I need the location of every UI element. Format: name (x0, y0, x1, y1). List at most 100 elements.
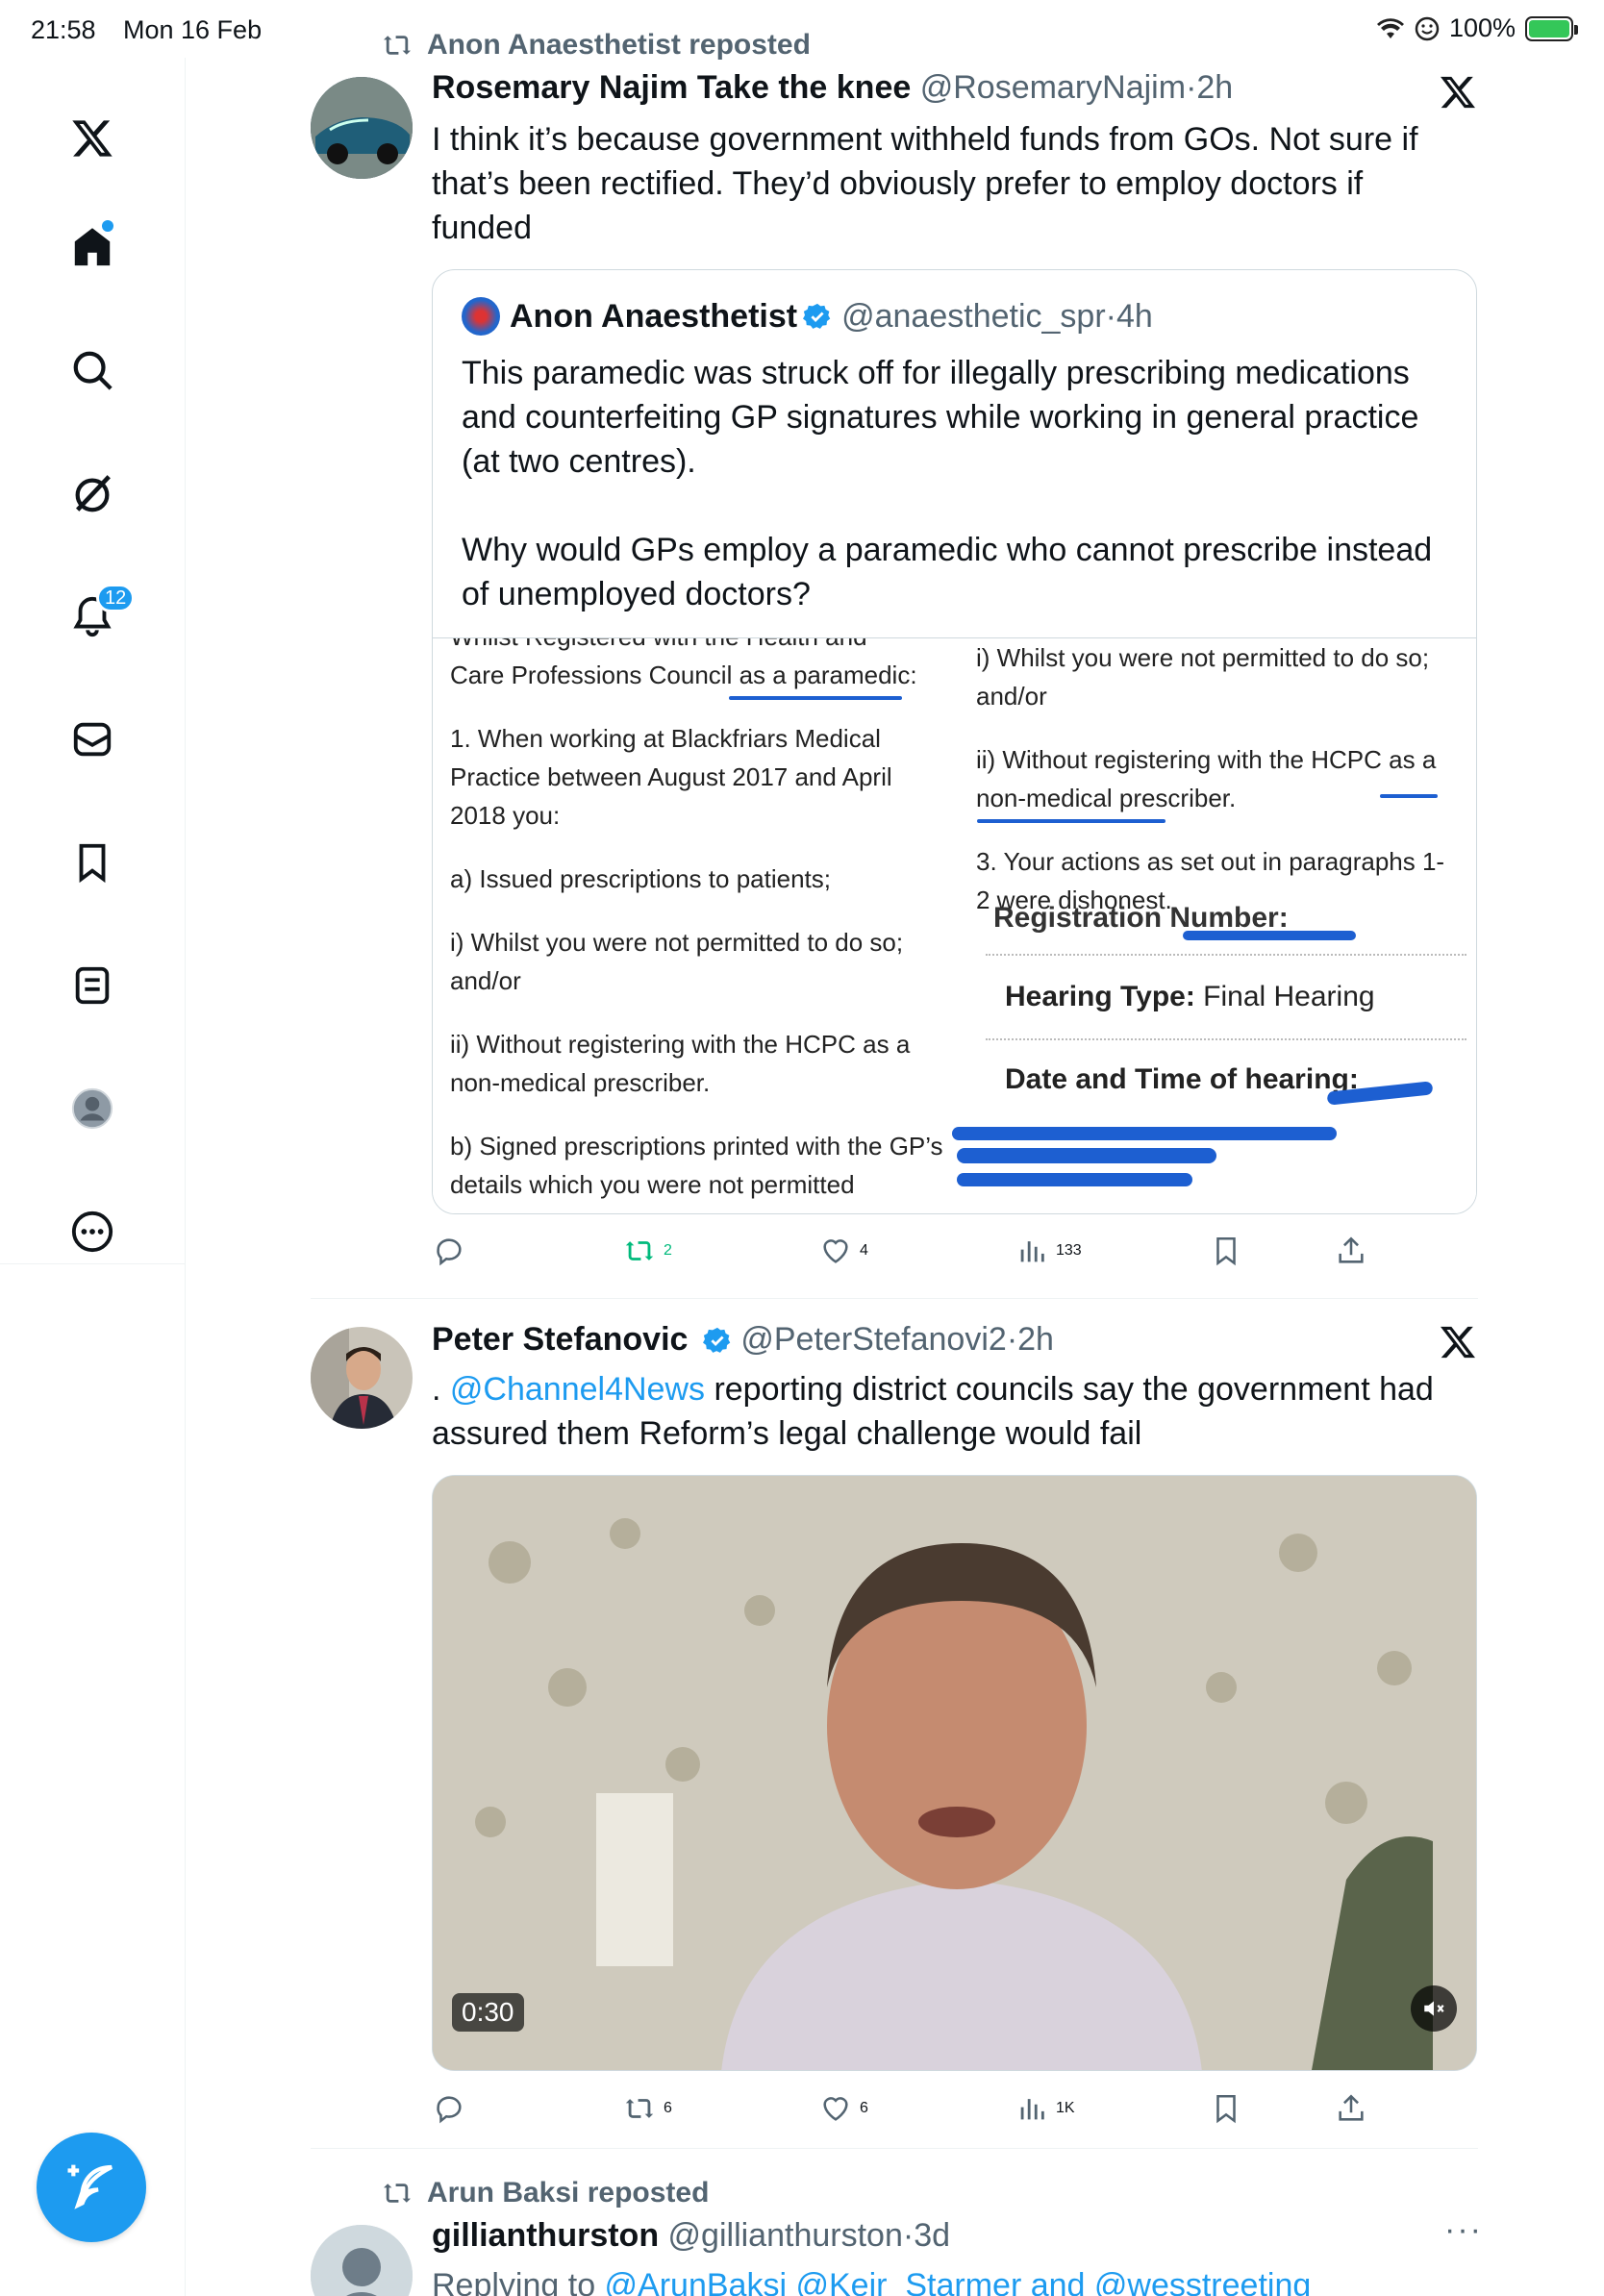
verified-badge-icon (702, 1327, 731, 1353)
doc-label: Hearing Type: (1005, 981, 1195, 1012)
x-dismiss-icon[interactable] (1439, 1323, 1477, 1361)
tweet-time[interactable]: 2h (1017, 1321, 1054, 1358)
more-icon[interactable] (62, 1201, 123, 1262)
doc-text: Care Professions Council as a paramedic: (450, 661, 917, 689)
x-logo-icon[interactable] (62, 108, 123, 169)
tweet-header: Peter Stefanovic @PeterStefanovi2·2h (432, 1321, 1054, 1359)
author-name[interactable]: Rosemary Najim Take the knee (432, 69, 911, 106)
doc-text: b) Signed prescriptions printed with the… (450, 1132, 943, 1199)
doc-left-column: Whilst Registered with the Health and Ca… (450, 638, 950, 1213)
mute-button[interactable] (1411, 1985, 1457, 2032)
repost-icon (384, 36, 411, 55)
like-button[interactable]: 6 (819, 2092, 868, 2125)
tweet-time[interactable]: 2h (1196, 69, 1233, 106)
video-player[interactable]: 0:30 (432, 1475, 1477, 2071)
tweet-text: . @Channel4News reporting district counc… (432, 1367, 1470, 1456)
redaction-scribble (957, 1173, 1192, 1186)
quote-author-handle: @anaesthetic_spr (841, 297, 1106, 335)
author-handle[interactable]: @PeterStefanovi2 (740, 1321, 1006, 1358)
doc-text: a) Issued prescriptions to patients; (450, 864, 831, 893)
author-handle[interactable]: @RosemaryNajim (920, 69, 1186, 106)
grok-icon[interactable] (62, 462, 123, 524)
verified-badge-icon (803, 303, 831, 329)
like-button[interactable]: 4 (819, 1235, 868, 1267)
share-button[interactable] (1335, 2092, 1367, 2125)
x-dismiss-icon[interactable] (1439, 73, 1477, 112)
share-icon (1339, 2094, 1364, 2121)
tweet-time[interactable]: 3d (914, 2217, 950, 2254)
tweet-header: gillianthurston @gillianthurston·3d (432, 2217, 950, 2255)
quote-author-name: Anon Anaesthetist (510, 297, 798, 335)
share-button[interactable] (1335, 1235, 1367, 1267)
views-chart-icon (1020, 1241, 1044, 1262)
author-handle[interactable]: @gillianthurston (668, 2217, 903, 2254)
repost-icon (384, 2184, 411, 2203)
annotation-underline (1380, 794, 1438, 798)
status-date: Mon 16 Feb (123, 15, 263, 44)
hearing-type: Hearing Type: Final Hearing (1005, 981, 1375, 1013)
separator: · (1105, 297, 1116, 335)
bookmarks-icon[interactable] (62, 832, 123, 893)
video-duration: 0:30 (452, 1993, 524, 2032)
doc-text: ii) Without registering with the HCPC as… (450, 1030, 911, 1097)
avatar[interactable] (311, 1327, 413, 1429)
doc-value: Final Hearing (1203, 981, 1375, 1012)
avatar[interactable] (311, 77, 413, 179)
profile-icon[interactable] (62, 1078, 123, 1139)
reply-button[interactable] (433, 2092, 465, 2125)
quote-header: Anon Anaesthetist @anaesthetic_spr · 4h (462, 297, 1153, 336)
tweet-divider (311, 1298, 1478, 1299)
sidebar: 12 (0, 58, 186, 2296)
compose-button[interactable] (37, 2133, 146, 2242)
doc-text: i) Whilst you were not permitted to do s… (450, 928, 904, 995)
views-chart-icon (1020, 2099, 1044, 2120)
repost-by-text: Arun Baksi reposted (427, 2177, 710, 2209)
doc-text: ii) Without registering with the HCPC as… (976, 745, 1437, 812)
doc-right-column: i) Whilst you were not permitted to do s… (976, 638, 1457, 944)
text-prefix: . (432, 1371, 450, 1408)
repost-indicator: Anon Anaesthetist reposted (381, 29, 811, 62)
search-icon[interactable] (62, 339, 123, 401)
tweet-text: I think it’s because government withheld… (432, 121, 1418, 246)
mention-link[interactable]: @Channel4News (450, 1371, 705, 1408)
avatar[interactable] (311, 2225, 413, 2296)
quote-paragraph-2: Why would GPs employ a paramedic who can… (462, 532, 1433, 612)
heart-icon (823, 2097, 848, 2121)
compose-feather-icon (67, 2164, 113, 2209)
battery-icon (1525, 15, 1578, 41)
bookmark-icon (1216, 2094, 1236, 2124)
views-button[interactable]: 1K (1015, 2092, 1075, 2125)
quote-paragraph-1: This paramedic was struck off for illega… (462, 355, 1419, 480)
bookmark-button[interactable] (1210, 2092, 1242, 2125)
views-button[interactable]: 133 (1015, 1235, 1082, 1267)
heart-icon (823, 1239, 848, 1263)
doc-label: Date and Time of hearing: (1005, 1063, 1359, 1095)
reply-button[interactable] (433, 1235, 465, 1267)
messages-icon[interactable] (62, 709, 123, 770)
repost-button[interactable]: 6 (623, 2092, 672, 2125)
quoted-tweet[interactable]: Anon Anaesthetist @anaesthetic_spr · 4h Th… (432, 269, 1477, 1214)
author-name[interactable]: Peter Stefanovic (432, 1321, 688, 1358)
home-icon[interactable] (62, 216, 123, 278)
author-name[interactable]: gillianthurston (432, 2217, 659, 2254)
separator: · (1186, 69, 1197, 106)
reply-prefix: Replying to (432, 2267, 605, 2296)
repost-indicator: Arun Baksi reposted (381, 2177, 709, 2209)
lists-icon[interactable] (62, 955, 123, 1016)
reply-mentions[interactable]: @ArunBaksi @Keir_Starmer and @wesstreeti… (605, 2267, 1312, 2296)
redaction-scribble (1183, 931, 1356, 940)
repost-button[interactable]: 2 (623, 1235, 672, 1267)
bookmark-button[interactable] (1210, 1235, 1242, 1267)
separator: · (902, 2217, 915, 2254)
like-count: 6 (860, 2100, 868, 2116)
wifi-icon (1376, 17, 1404, 38)
tweet-header: Rosemary Najim Take the knee @RosemaryNa… (432, 69, 1233, 107)
doc-text: Registration Number: (993, 902, 1289, 934)
annotation-underline (729, 696, 902, 700)
doc-text: 1. When working at Blackfriars Medical P… (450, 724, 892, 830)
quote-document-image[interactable]: Whilst Registered with the Health and Ca… (433, 637, 1476, 1213)
reply-icon (437, 1238, 462, 1266)
more-options-icon[interactable]: ··· (1444, 2211, 1483, 2249)
redaction-scribble (957, 1148, 1216, 1163)
notifications-icon[interactable]: 12 (62, 584, 136, 647)
